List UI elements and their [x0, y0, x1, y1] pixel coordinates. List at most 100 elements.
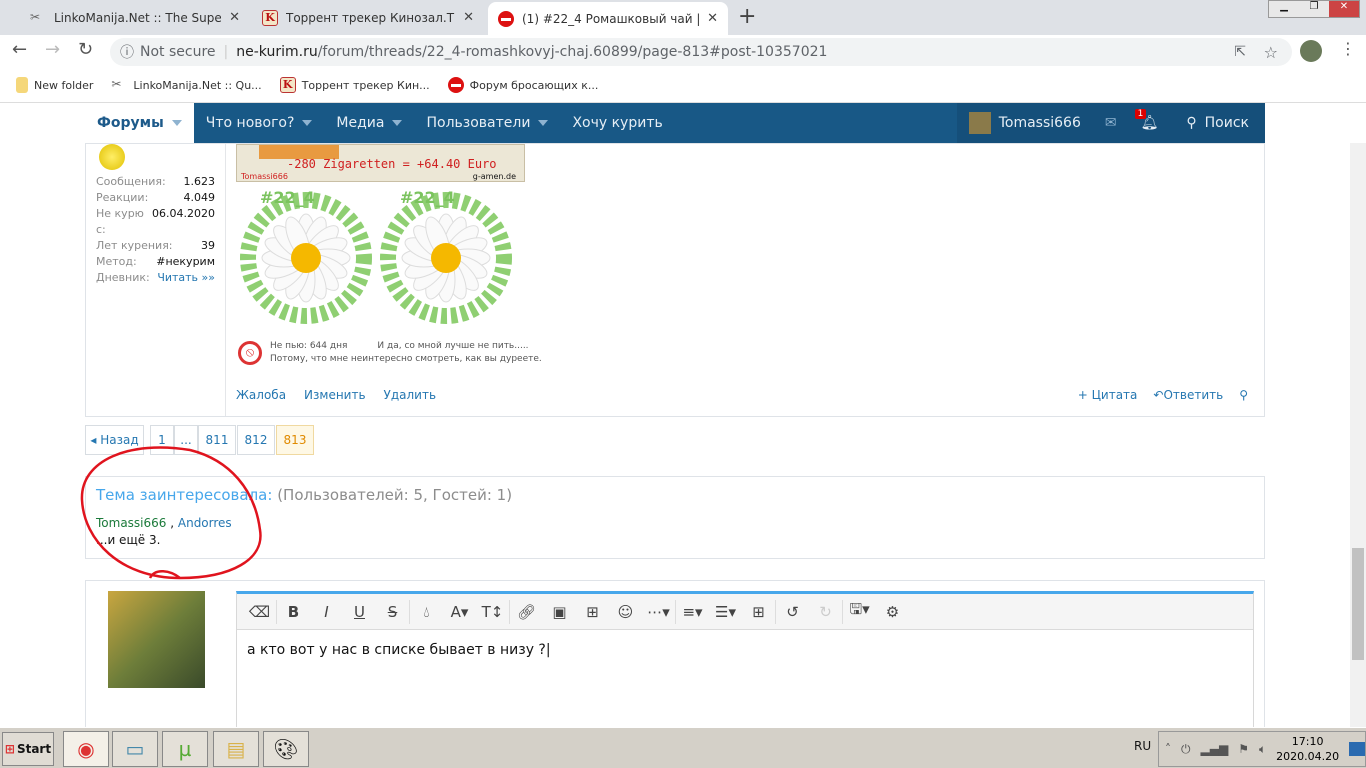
banner-text: -280 Zigaretten = +64.40 Euro: [287, 157, 497, 171]
user-stat: Метод: #некурим: [96, 254, 215, 270]
delete-link[interactable]: Удалить: [384, 388, 437, 402]
page-813-current[interactable]: 813: [276, 425, 314, 455]
chevron-down-icon[interactable]: [171, 120, 182, 126]
search-button[interactable]: ⚲ Поиск: [1170, 103, 1265, 143]
daisy-image: [380, 192, 512, 324]
undo-icon[interactable]: ↺: [776, 603, 809, 621]
bold-icon[interactable]: B: [277, 603, 310, 621]
table-icon[interactable]: ⊞: [742, 603, 775, 621]
edit-link[interactable]: Изменить: [304, 388, 366, 402]
smiley-icon[interactable]: ☺: [609, 603, 642, 621]
stat-label: Лет курения:: [96, 239, 173, 252]
url-input[interactable]: ⓘ Not secure | ne-kurim.ru/forum/threads…: [110, 38, 1292, 66]
forward-icon[interactable]: →: [45, 39, 60, 60]
editor-input[interactable]: а кто вот у нас в списке бывает в низу ?…: [237, 630, 1253, 670]
report-link[interactable]: Жалоба: [236, 388, 286, 402]
list-icon[interactable]: ☰▾: [709, 603, 742, 621]
close-tab-icon[interactable]: ✕: [229, 10, 240, 25]
reply-icon: ↶: [1153, 388, 1164, 402]
nav-media[interactable]: Медиа: [324, 103, 414, 143]
taskbar-paint[interactable]: 🎨︎: [263, 731, 309, 767]
quote-link[interactable]: + Цитата: [1078, 388, 1138, 402]
tab-kinozal[interactable]: K Торрент трекер Кинозал.ТВ ✕: [252, 0, 484, 35]
editor-text: а кто вот у нас в списке бывает в низу ?: [247, 642, 546, 658]
nav-whats-new[interactable]: Что нового?: [194, 103, 325, 143]
power-icon[interactable]: ⏻: [1181, 742, 1191, 757]
clock[interactable]: 17:10 2020.04.20: [1276, 734, 1339, 764]
viewers-count: (Пользователей: 5, Гостей: 1): [277, 486, 513, 504]
scrollbar-thumb[interactable]: [1352, 548, 1364, 660]
profile-avatar[interactable]: [1300, 40, 1322, 62]
minimize-button[interactable]: ▁: [1269, 1, 1299, 17]
taskbar-chrome[interactable]: ◉: [63, 731, 109, 767]
strikethrough-icon[interactable]: S: [376, 603, 409, 621]
user-stat: Реакции: 4.049: [96, 190, 215, 206]
volume-icon[interactable]: 🔈︎: [1259, 742, 1266, 757]
taskbar-screen[interactable]: ▭: [112, 731, 158, 767]
language-indicator[interactable]: RU: [1134, 739, 1151, 753]
date: 2020.04.20: [1276, 750, 1340, 763]
screen-icon: ▭: [125, 737, 145, 761]
drafts-icon[interactable]: 🖫︎▾: [843, 599, 876, 624]
bookmark-star-icon[interactable]: ☆: [1264, 43, 1278, 62]
reload-icon[interactable]: ↻: [78, 39, 93, 60]
italic-icon[interactable]: I: [310, 603, 343, 621]
clear-format-icon[interactable]: ⌫: [243, 603, 276, 621]
paint-icon: 🎨︎: [273, 737, 299, 761]
chevron-up-icon[interactable]: ˄: [1165, 742, 1171, 756]
close-tab-icon[interactable]: ✕: [463, 10, 474, 25]
user-icon[interactable]: ⚲: [1239, 388, 1248, 402]
open-in-app-icon[interactable]: ⇱: [1234, 44, 1246, 60]
more-icon[interactable]: ⋯▾: [642, 603, 675, 621]
reply-link[interactable]: ↶Ответить: [1153, 388, 1223, 402]
show-desktop-icon[interactable]: [1349, 742, 1365, 756]
editor-toolbar: ⌫ B I U S 💧︎ A▾ T↕ 🔗︎ ▣ ⊞ ☺ ⋯▾ ≡▾ ☰▾ ⊞ ↺…: [237, 594, 1253, 630]
start-button[interactable]: ⊞ Start: [2, 732, 54, 766]
redo-icon[interactable]: ↻: [809, 603, 842, 621]
banner-site: g-amen.de: [472, 172, 516, 181]
post-actions: Жалоба Изменить Удалить: [236, 388, 436, 402]
stat-label: Реакции:: [96, 191, 149, 204]
color-drop-icon[interactable]: 💧︎: [410, 603, 443, 621]
nav-forums[interactable]: Форумы: [85, 103, 194, 143]
bookmark-kinozal[interactable]: K Торрент трекер Кин...: [279, 77, 430, 93]
alerts-button[interactable]: 🔔︎ 1: [1129, 103, 1171, 143]
inbox-button[interactable]: ✉: [1093, 103, 1129, 143]
tab-forum[interactable]: (1) #22_4 Ромашковый чай | Стран ✕: [488, 2, 728, 35]
system-tray: ˄ ⏻ ▂▄▆ ⚑ 🔈︎ 17:10 2020.04.20: [1158, 731, 1366, 767]
flag-icon[interactable]: ⚑: [1238, 742, 1249, 756]
media-icon[interactable]: ⊞: [576, 603, 609, 621]
envelope-icon: ✉: [1104, 115, 1117, 131]
new-tab-button[interactable]: +: [738, 4, 756, 29]
page-scrollbar[interactable]: [1350, 143, 1366, 727]
post-actions-right: + Цитата ↶Ответить ⚲: [1078, 388, 1248, 402]
tab-title: (1) #22_4 Ромашковый чай | Стран: [522, 11, 700, 26]
signal-icon[interactable]: ▂▄▆: [1201, 742, 1229, 756]
link-icon[interactable]: 🔗︎: [510, 603, 543, 621]
image-icon[interactable]: ▣: [543, 603, 576, 621]
user-menu[interactable]: Tomassi666: [957, 103, 1093, 143]
nav-members[interactable]: Пользователи: [414, 103, 560, 143]
editor: ⌫ B I U S 💧︎ A▾ T↕ 🔗︎ ▣ ⊞ ☺ ⋯▾ ≡▾ ☰▾ ⊞ ↺…: [236, 591, 1254, 731]
taskbar-explorer[interactable]: ▤: [213, 731, 259, 767]
post: Сообщения: 1.623 Реакции: 4.049 Не курю с: 06…: [85, 143, 1265, 417]
taskbar-utorrent[interactable]: µ: [162, 731, 208, 767]
tab-linkomanija[interactable]: ✂ LinkoManija.Net :: The Super 2017 H ✕: [20, 0, 250, 35]
close-window-button[interactable]: ✕: [1329, 1, 1359, 17]
stat-value[interactable]: Читать »»: [157, 270, 215, 286]
bookmark-new-folder[interactable]: New folder: [16, 77, 93, 93]
settings-icon[interactable]: ⚙: [876, 603, 909, 621]
close-tab-icon[interactable]: ✕: [707, 11, 718, 26]
smiley-icon: [99, 144, 125, 170]
font-size-icon[interactable]: T↕: [476, 603, 509, 621]
restore-button[interactable]: ❐: [1299, 1, 1329, 17]
bookmark-forum[interactable]: Форум бросающих к...: [447, 77, 598, 93]
nav-want-smoke[interactable]: Хочу курить: [560, 103, 674, 143]
font-family-icon[interactable]: A▾: [443, 603, 476, 621]
back-icon[interactable]: ←: [12, 39, 27, 60]
security-label[interactable]: Not secure: [140, 44, 216, 60]
menu-icon[interactable]: ⋮: [1340, 39, 1356, 58]
bookmark-linkomanija[interactable]: ✂ LinkoManija.Net :: Qu...: [111, 77, 261, 93]
underline-icon[interactable]: U: [343, 603, 376, 621]
align-icon[interactable]: ≡▾: [676, 603, 709, 621]
